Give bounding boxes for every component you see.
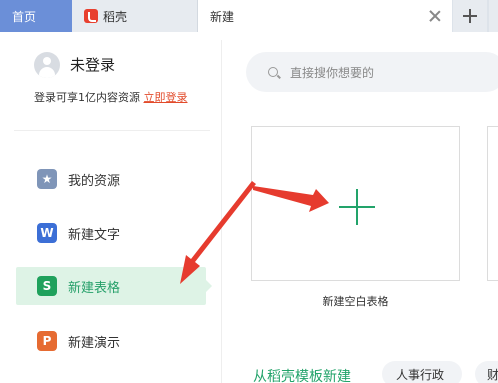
spreadsheet-icon: S (37, 276, 57, 296)
chip-label: 财 (487, 367, 498, 382)
tab-home-label: 首页 (12, 9, 37, 24)
sidebar-item-label: 新建表格 (68, 280, 121, 296)
category-chip[interactable]: 财 (475, 361, 498, 383)
login-hint: 登录可享1亿内容资源 立即登录 (34, 89, 188, 105)
username[interactable]: 未登录 (70, 54, 115, 75)
presentation-icon: P (37, 331, 57, 351)
login-link[interactable]: 立即登录 (144, 91, 188, 104)
login-hint-text: 登录可享1亿内容资源 (34, 91, 140, 104)
sidebar-item-label: 我的资源 (68, 173, 121, 189)
sidebar-item-new-document[interactable]: W 新建文字 (16, 214, 206, 252)
add-tab-icon[interactable] (453, 0, 487, 32)
docer-logo-icon (84, 9, 98, 23)
tab-bar: 首页 稻壳 新建 (0, 0, 498, 32)
sidebar-item-new-spreadsheet[interactable]: S 新建表格 (16, 267, 212, 305)
category-chip[interactable]: 人事行政 (382, 361, 462, 383)
sidebar-separator (14, 130, 210, 131)
tab-new[interactable]: 新建 (198, 0, 452, 32)
sidebar-item-label: 新建演示 (68, 335, 121, 351)
template-section-heading: 从稻壳模板新建 (253, 369, 351, 383)
search-icon (268, 67, 278, 77)
close-icon[interactable] (427, 8, 443, 24)
template-card[interactable] (487, 126, 498, 281)
writer-icon: W (37, 223, 57, 243)
search-placeholder: 直接搜你想要的 (290, 65, 375, 80)
blank-card-label: 新建空白表格 (322, 295, 389, 308)
tab-new-label: 新建 (210, 9, 235, 24)
star-icon: ★ (37, 169, 57, 189)
avatar[interactable] (34, 52, 60, 78)
sidebar-item-label: 新建文字 (68, 227, 121, 243)
tab-docer[interactable]: 稻壳 (72, 0, 198, 32)
tab-home[interactable]: 首页 (0, 0, 72, 32)
tab-overflow[interactable] (489, 0, 498, 32)
app-window: 首页 稻壳 新建 未登录 登录可享1亿内容资源 立即登录 ★ 我的资源 W 新建… (0, 0, 498, 383)
tab-docer-label: 稻壳 (103, 9, 128, 24)
new-blank-spreadsheet-card[interactable] (251, 126, 460, 281)
plus-icon (339, 189, 375, 225)
sidebar-divider (221, 40, 222, 383)
sidebar-item-my-resources[interactable]: ★ 我的资源 (16, 160, 206, 198)
chip-label: 人事行政 (396, 367, 445, 382)
search-input[interactable]: 直接搜你想要的 (246, 52, 498, 92)
sidebar-item-new-presentation[interactable]: P 新建演示 (16, 322, 206, 360)
